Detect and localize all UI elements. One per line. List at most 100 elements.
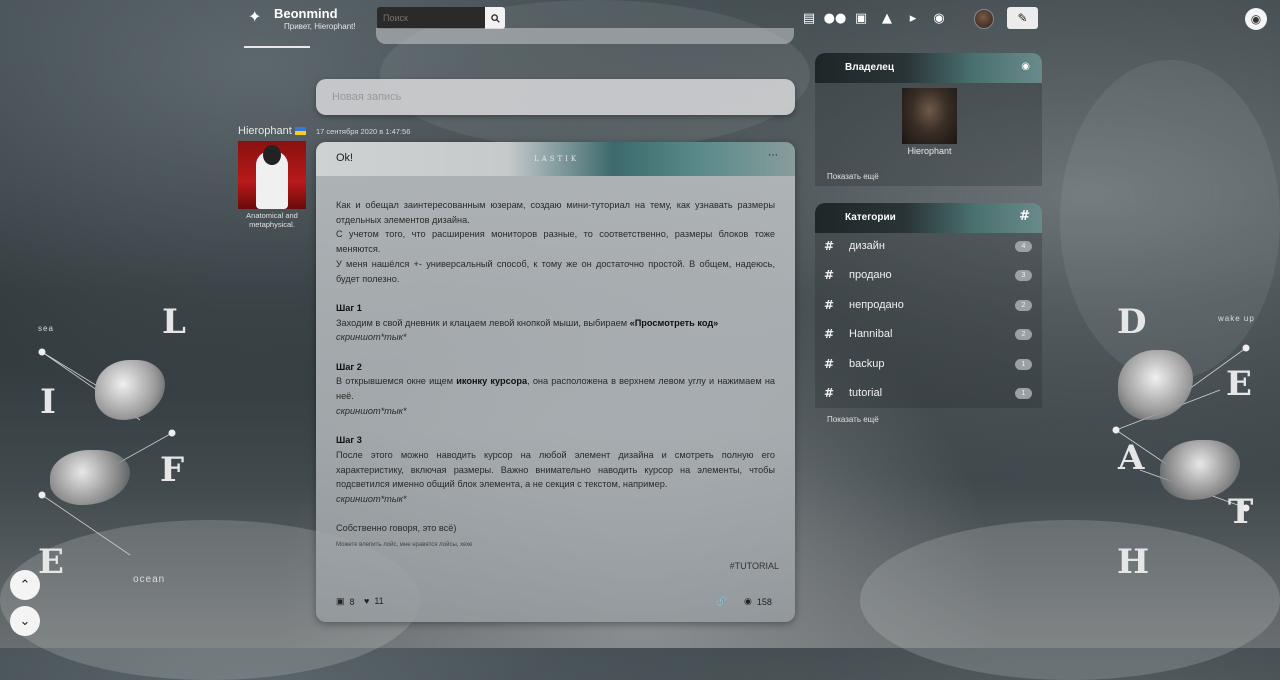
user-icon[interactable]: ◉ — [1021, 61, 1030, 72]
likes-count: 11 — [374, 596, 384, 606]
bird-logo-icon: ✦ — [248, 7, 262, 26]
owner-name[interactable]: Hierophant — [902, 146, 957, 156]
decor-text: ocean — [133, 574, 166, 585]
like-button[interactable]: ♥ 11 — [364, 596, 384, 606]
hash-icon: # — [824, 239, 835, 253]
decor-text: wake up — [1218, 314, 1255, 323]
hash-icon: # — [824, 386, 835, 400]
screenshot-link[interactable]: скриншот*тык* — [336, 330, 775, 345]
step-text: Заходим в свой дневник и клацаем левой к… — [336, 317, 719, 328]
greeting: Привет, Hierophant! — [284, 22, 356, 31]
scroll-down-button[interactable]: ⌄ — [10, 606, 40, 636]
categories-card-title: Категории — [845, 212, 896, 223]
brand-underline — [244, 46, 310, 48]
user-avatar[interactable] — [974, 9, 994, 29]
search-icon — [490, 13, 500, 23]
decor-letter: F — [160, 450, 185, 490]
owner-avatar[interactable] — [902, 88, 957, 144]
post-paragraph: Как и обещал заинтересованным юзерам, со… — [336, 200, 775, 225]
search-input[interactable] — [377, 7, 485, 29]
step-text: В открывшемся окне ищем иконку курсора, … — [336, 376, 776, 402]
friends-icon[interactable]: ◉ — [926, 9, 952, 27]
scroll-up-button[interactable]: ⌃ — [10, 570, 40, 600]
category-label: непродано — [849, 299, 904, 311]
post-header-brand: LASTIK — [534, 155, 580, 163]
post-footer: ▣ 8 ♥ 11 🔗 ◉ 158 — [336, 596, 775, 612]
post-tag[interactable]: #TUTORIAL — [730, 561, 779, 571]
author-avatar[interactable] — [238, 141, 306, 209]
decor-letter: E — [38, 542, 64, 582]
theme-palette-button[interactable]: ◉ — [1245, 8, 1267, 30]
category-item[interactable]: # непродано 2 — [815, 291, 1042, 320]
step-title: Шаг 1 — [336, 302, 362, 313]
hash-icon: # — [824, 327, 835, 341]
post-author[interactable]: Hierophant — [238, 125, 306, 137]
category-item[interactable]: # Hannibal 2 — [815, 320, 1042, 349]
category-item[interactable]: # backup 1 — [815, 350, 1042, 379]
categories-card-header: Категории # — [815, 203, 1042, 233]
step-title: Шаг 3 — [336, 435, 362, 446]
more-options-icon[interactable]: ⋯ — [768, 150, 778, 161]
author-subtitle: Anatomical and metaphysical. — [246, 211, 298, 229]
category-count: 2 — [1015, 329, 1032, 340]
category-item[interactable]: # tutorial 1 — [815, 379, 1042, 408]
category-count: 3 — [1015, 270, 1032, 281]
search-button[interactable] — [485, 7, 505, 29]
screenshot-link[interactable]: скриншот*тык* — [336, 404, 775, 419]
chevron-up-icon: ⌃ — [19, 577, 31, 593]
brand-name: Beonmind — [274, 6, 338, 21]
hash-icon: # — [824, 298, 835, 312]
post-paragraph: У меня нашёлся +- универсальный способ, … — [336, 258, 775, 284]
comments-count: 8 — [349, 596, 355, 607]
decor-letter: L — [162, 302, 186, 342]
owner-show-more[interactable]: Показать ещё — [827, 172, 879, 181]
category-count: 4 — [1015, 241, 1032, 252]
category-count: 1 — [1015, 359, 1032, 370]
link-icon: 🔗 — [716, 596, 728, 606]
messages-icon[interactable]: ▣ — [848, 9, 874, 27]
owner-card-header: Владелец ◉ — [815, 53, 1042, 83]
step-title: Шаг 2 — [336, 361, 362, 372]
brand[interactable]: ✦ Beonmind Привет, Hierophant! — [248, 6, 356, 31]
decor-text: sea — [38, 324, 54, 333]
post-outro: Собственно говоря, это всё) — [336, 523, 457, 534]
views-count: 158 — [756, 596, 772, 607]
category-item[interactable]: # продано 3 — [815, 261, 1042, 290]
post-author-name: Hierophant — [238, 125, 292, 137]
post-date[interactable]: 17 сентября 2020 в 1:47:56 — [316, 127, 410, 136]
decor-letter: D — [1117, 302, 1147, 342]
decor-letter: H — [1117, 542, 1150, 582]
community-icon[interactable]: ●● — [822, 9, 848, 27]
pencil-icon: ✎ — [1017, 11, 1028, 25]
category-item[interactable]: # дизайн 4 — [815, 232, 1042, 261]
post-small-note: Можете влепить лойс, мне нравятся лойсы,… — [336, 542, 473, 549]
hash-icon: # — [1019, 209, 1030, 224]
categories-show-more[interactable]: Показать ещё — [827, 415, 879, 424]
post-title[interactable]: Ok! — [336, 152, 353, 164]
category-count: 2 — [1015, 300, 1032, 311]
category-label: Hannibal — [849, 328, 893, 340]
new-post-input[interactable]: Новая запись — [316, 79, 795, 115]
step-text: После этого можно наводить курсор на люб… — [336, 449, 775, 490]
category-label: дизайн — [849, 240, 885, 252]
heart-icon: ♥ — [364, 596, 370, 606]
views: ◉ 158 — [744, 596, 772, 607]
hash-icon: # — [824, 357, 835, 371]
megaphone-icon[interactable]: ▸ — [900, 9, 926, 27]
eye-icon: ◉ — [744, 596, 752, 606]
owner-card-title: Владелец — [845, 62, 894, 73]
palette-icon: ◉ — [1250, 12, 1262, 26]
permalink-button[interactable]: 🔗 — [716, 596, 727, 607]
post-header: Ok! LASTIK ⋯ — [316, 142, 795, 176]
post-body: Как и обещал заинтересованным юзерам, со… — [336, 198, 775, 550]
hash-icon: # — [824, 268, 835, 282]
diary-icon[interactable]: ▤ — [796, 9, 822, 27]
write-post-button[interactable]: ✎ — [1007, 7, 1038, 29]
decor-letter: I — [40, 382, 56, 422]
comments-button[interactable]: ▣ 8 — [336, 596, 355, 607]
bell-icon[interactable]: ▲ — [874, 9, 900, 27]
screenshot-link[interactable]: скриншот*тык* — [336, 492, 775, 507]
flag-icon — [294, 127, 306, 136]
avatar-figure-head — [263, 145, 281, 165]
decor-letter: A — [1118, 438, 1145, 478]
